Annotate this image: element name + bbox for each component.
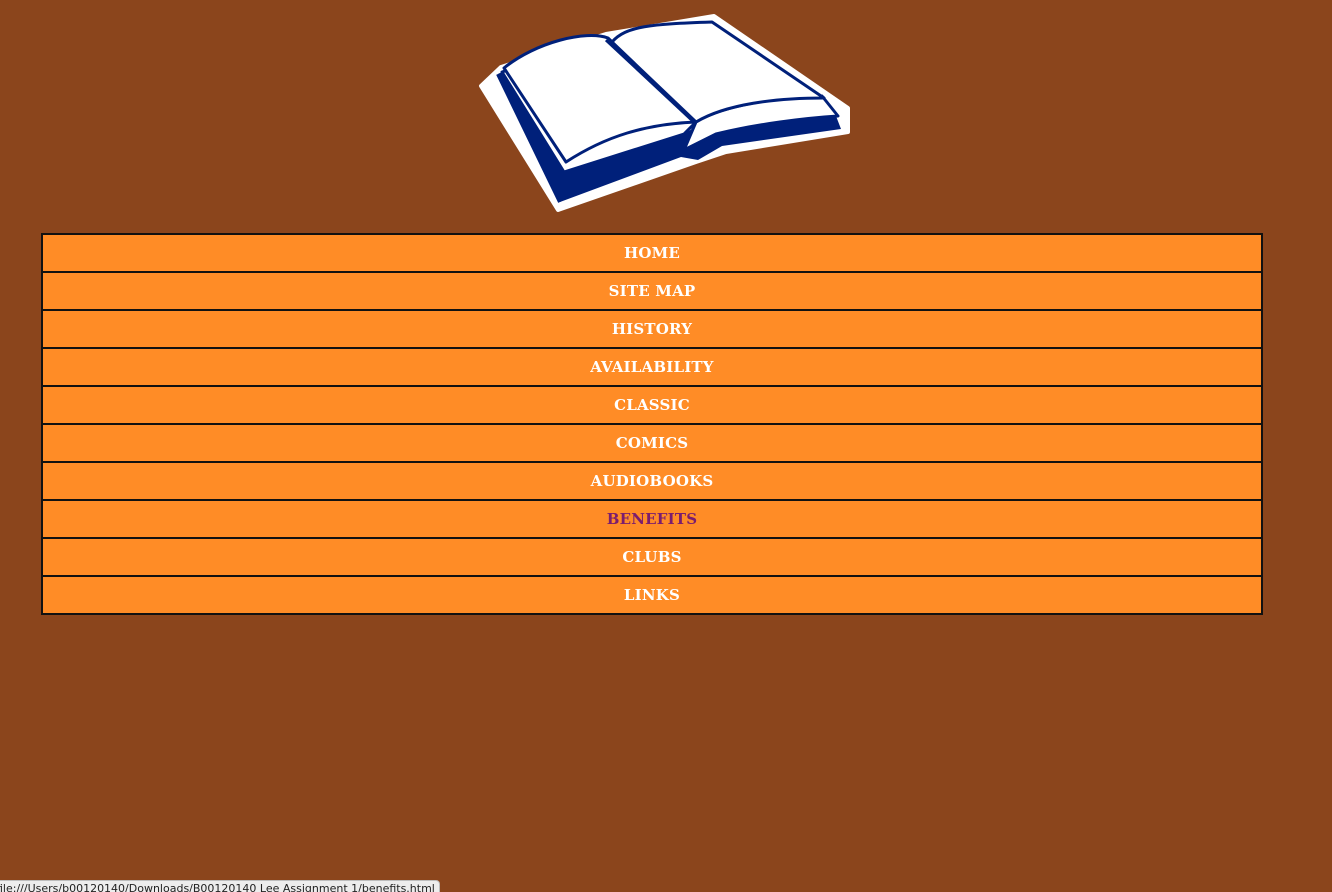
nav-link-comics[interactable]: COMICS xyxy=(616,434,689,452)
nav-item-clubs[interactable]: CLUBS xyxy=(41,537,1263,577)
nav-link-clubs[interactable]: CLUBS xyxy=(622,548,681,566)
nav-item-audiobooks[interactable]: AUDIOBOOKS xyxy=(41,461,1263,501)
page: HOME SITE MAP HISTORY AVAILABILITY CLASS… xyxy=(0,0,1332,892)
book-logo xyxy=(476,12,856,217)
nav-link-audiobooks[interactable]: AUDIOBOOKS xyxy=(591,472,714,490)
nav-item-history[interactable]: HISTORY xyxy=(41,309,1263,349)
nav-item-site-map[interactable]: SITE MAP xyxy=(41,271,1263,311)
nav-link-links[interactable]: LINKS xyxy=(624,586,680,604)
main-navigation: HOME SITE MAP HISTORY AVAILABILITY CLASS… xyxy=(41,233,1263,615)
nav-item-home[interactable]: HOME xyxy=(41,233,1263,273)
nav-link-benefits[interactable]: BENEFITS xyxy=(607,510,698,528)
nav-link-availability[interactable]: AVAILABILITY xyxy=(590,358,713,376)
nav-item-comics[interactable]: COMICS xyxy=(41,423,1263,463)
nav-link-history[interactable]: HISTORY xyxy=(612,320,692,338)
nav-link-site-map[interactable]: SITE MAP xyxy=(609,282,696,300)
nav-item-benefits[interactable]: BENEFITS xyxy=(41,499,1263,539)
nav-item-classic[interactable]: CLASSIC xyxy=(41,385,1263,425)
nav-item-availability[interactable]: AVAILABILITY xyxy=(41,347,1263,387)
link-status-bar: file:///Users/b00120140/Downloads/B00120… xyxy=(0,880,440,892)
nav-link-home[interactable]: HOME xyxy=(624,244,680,262)
nav-item-links[interactable]: LINKS xyxy=(41,575,1263,615)
open-book-icon xyxy=(479,14,850,212)
nav-link-classic[interactable]: CLASSIC xyxy=(614,396,690,414)
